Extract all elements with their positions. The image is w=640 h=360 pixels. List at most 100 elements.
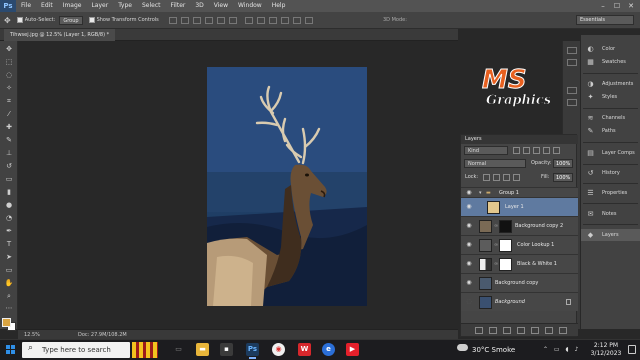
marquee-tool-icon[interactable]: ⬚ <box>4 58 14 67</box>
layer-mask-thumbnail[interactable] <box>499 239 512 252</box>
panel-layers[interactable]: ◆ Layers <box>581 229 640 241</box>
menu-view[interactable]: View <box>209 0 233 12</box>
align-middle-icon[interactable] <box>180 16 189 24</box>
menu-edit[interactable]: Edit <box>36 0 58 12</box>
panel-history[interactable]: ↺ History <box>581 167 640 179</box>
mask-link-icon[interactable]: ∞ <box>494 255 498 274</box>
healing-brush-tool-icon[interactable]: ✚ <box>4 123 14 132</box>
new-layer-icon[interactable] <box>545 327 553 334</box>
shape-tool-icon[interactable]: ▭ <box>4 266 14 275</box>
lock-position-icon[interactable] <box>503 174 510 181</box>
menu-filter[interactable]: Filter <box>166 0 191 12</box>
taskbar-search-box[interactable]: ⌕ Type here to search <box>22 342 130 358</box>
menu-file[interactable]: File <box>16 0 36 12</box>
lock-all-icon[interactable] <box>513 174 520 181</box>
wps-icon[interactable]: W <box>298 343 311 356</box>
align-top-icon[interactable] <box>168 16 177 24</box>
menu-help[interactable]: Help <box>267 0 291 12</box>
edge-icon[interactable]: e <box>322 343 335 356</box>
menu-image[interactable]: Image <box>58 0 87 12</box>
align-left-icon[interactable] <box>204 16 213 24</box>
distribute-right-icon[interactable] <box>304 16 313 24</box>
panel-swatches[interactable]: ▦ Swatches <box>581 56 640 68</box>
add-mask-icon[interactable] <box>503 327 511 334</box>
workspace-dropdown[interactable]: Essentials <box>576 15 634 25</box>
align-center-icon[interactable] <box>216 16 225 24</box>
system-tray-icons[interactable]: ⌃ ▭ ◖ ♪ <box>543 340 580 360</box>
pen-tool-icon[interactable]: ✒ <box>4 227 14 236</box>
layer-mask-thumbnail[interactable] <box>499 258 512 271</box>
type-filter-icon[interactable] <box>533 147 540 154</box>
windows-start-icon[interactable] <box>6 345 16 355</box>
eraser-tool-icon[interactable]: ▭ <box>4 175 14 184</box>
zoom-tool-icon[interactable]: ⌕ <box>4 292 14 301</box>
fill-field[interactable]: 100% <box>553 173 573 182</box>
weather-text[interactable]: 30°C Smoke <box>472 340 515 360</box>
task-view-icon[interactable]: ▭ <box>172 343 185 356</box>
layer-row-color-lookup-1[interactable]: ◉ ∞ Color Lookup 1 <box>461 235 578 254</box>
visibility-eye-icon[interactable]: ◉ <box>465 190 473 196</box>
visibility-eye-icon[interactable]: ◌ <box>465 299 473 305</box>
maximize-button[interactable]: ☐ <box>610 0 624 12</box>
elk-photo[interactable] <box>207 67 367 306</box>
move-tool-icon[interactable]: ✥ <box>4 16 11 25</box>
new-adjustment-layer-icon[interactable] <box>517 327 525 334</box>
distribute-center-icon[interactable] <box>292 16 301 24</box>
distribute-middle-icon[interactable] <box>256 16 265 24</box>
lock-transparent-icon[interactable] <box>483 174 490 181</box>
layer-row-background-copy-2[interactable]: ◉ ∞ Background copy 2 <box>461 216 578 235</box>
layer-row-group-1[interactable]: ◉ ▾ ▬ Group 1 <box>461 187 578 197</box>
layer-row-background-copy[interactable]: ◉ Background copy <box>461 273 578 292</box>
brush-panel-icon[interactable] <box>567 87 577 94</box>
quick-select-tool-icon[interactable]: ✧ <box>4 84 14 93</box>
layer-row-layer-1[interactable]: ◉ Layer 1 <box>461 197 578 216</box>
visibility-eye-icon[interactable]: ◉ <box>465 280 473 286</box>
foreground-color-swatch[interactable] <box>2 318 11 327</box>
visibility-eye-icon[interactable]: ◉ <box>465 223 473 229</box>
type-tool-icon[interactable]: T <box>4 240 14 249</box>
panel-toggle-icon[interactable] <box>567 47 577 54</box>
new-group-icon[interactable] <box>531 327 539 334</box>
menu-window[interactable]: Window <box>233 0 267 12</box>
align-right-icon[interactable] <box>228 16 237 24</box>
layer-row-black-white-1[interactable]: ◉ ∞ Black & White 1 <box>461 254 578 273</box>
visibility-eye-icon[interactable]: ◉ <box>465 261 473 267</box>
panel-notes[interactable]: ✉ Notes <box>581 208 640 220</box>
visibility-eye-icon[interactable]: ◉ <box>465 242 473 248</box>
canvas-area[interactable] <box>18 41 458 329</box>
panel-properties[interactable]: ☰ Properties <box>581 187 640 199</box>
layer-style-icon[interactable] <box>489 327 497 334</box>
mask-link-icon[interactable]: ∞ <box>494 236 498 255</box>
history-brush-tool-icon[interactable]: ↺ <box>4 162 14 171</box>
blur-tool-icon[interactable]: ● <box>4 201 14 210</box>
distribute-bottom-icon[interactable] <box>268 16 277 24</box>
mask-link-icon[interactable]: ∞ <box>494 217 498 236</box>
move-tool-icon[interactable]: ✥ <box>4 45 14 54</box>
hand-tool-icon[interactable]: ✋ <box>4 279 14 288</box>
crop-tool-icon[interactable]: ⌗ <box>4 97 14 106</box>
auto-select-checkbox[interactable] <box>16 17 23 23</box>
dodge-tool-icon[interactable]: ◔ <box>4 214 14 223</box>
layer-mask-thumbnail[interactable] <box>499 220 512 233</box>
eyedropper-tool-icon[interactable]: ⁄ <box>4 110 14 119</box>
layers-panel-tab[interactable]: Layers <box>461 135 578 144</box>
delete-layer-icon[interactable] <box>559 327 567 334</box>
lasso-tool-icon[interactable]: ◌ <box>4 71 14 80</box>
menu-3d[interactable]: 3D <box>190 0 208 12</box>
more-tools-icon[interactable]: ⋯ <box>4 304 14 313</box>
auto-select-dropdown[interactable]: Group <box>59 15 83 25</box>
opacity-field[interactable]: 100% <box>553 159 573 168</box>
notifications-icon[interactable] <box>628 345 636 354</box>
panel-styles[interactable]: ✦ Styles <box>581 91 640 103</box>
path-selection-tool-icon[interactable]: ➤ <box>4 253 14 262</box>
document-tab[interactable]: Tihwsej.jpg @ 12.5% (Layer 1, RGB/8) * <box>4 29 116 41</box>
pixel-filter-icon[interactable] <box>513 147 520 154</box>
link-layers-icon[interactable] <box>475 327 483 334</box>
lock-image-icon[interactable] <box>493 174 500 181</box>
chrome-icon[interactable]: ◉ <box>272 343 285 356</box>
brush-tool-icon[interactable]: ✎ <box>4 136 14 145</box>
visibility-eye-icon[interactable]: ◉ <box>465 204 473 210</box>
panel-color[interactable]: ◐ Color <box>581 43 640 55</box>
youtube-icon[interactable]: ▶ <box>346 343 359 356</box>
menu-type[interactable]: Type <box>113 0 137 12</box>
